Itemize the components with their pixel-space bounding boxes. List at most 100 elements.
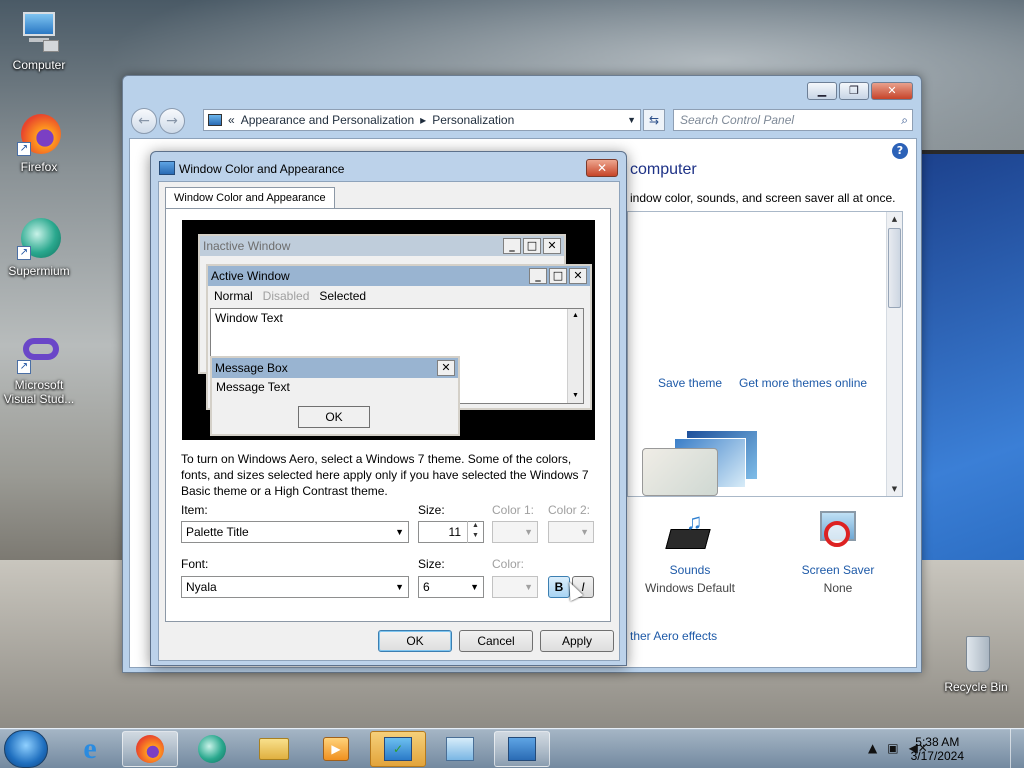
message-box-title: Message Box — [212, 358, 458, 378]
taskbar-firefox[interactable] — [122, 731, 178, 767]
taskbar-media-player[interactable]: ▶ — [308, 731, 364, 767]
theme-thumbnail[interactable] — [642, 430, 762, 496]
recycle-bin-icon — [954, 632, 998, 676]
media-player-icon: ▶ — [323, 737, 349, 761]
breadcrumb-personalization[interactable]: Personalization — [432, 110, 514, 130]
tab-window-color-appearance[interactable]: Window Color and Appearance — [165, 187, 335, 209]
cancel-button[interactable]: Cancel — [459, 630, 533, 652]
visual-studio-icon: ↗ — [17, 330, 61, 374]
aero-effects-link[interactable]: ther Aero effects — [630, 629, 717, 643]
breadcrumb-prefix: « — [228, 113, 235, 127]
screen-saver-icon — [814, 509, 862, 557]
preview-menu-bar: Normal Disabled Selected — [208, 286, 590, 306]
clock-date: 3/17/2024 — [910, 749, 964, 763]
close-icon: ✕ — [569, 268, 587, 284]
get-more-themes-link[interactable]: Get more themes online — [739, 376, 867, 390]
shortcut-arrow-icon: ↗ — [17, 360, 31, 374]
inactive-window-buttons: _ □ ✕ — [503, 238, 561, 254]
preview-scrollbar: ▲ ▼ — [567, 309, 583, 403]
maximize-icon: □ — [549, 268, 567, 284]
sounds-option[interactable]: ♫ Sounds Windows Default — [630, 509, 750, 595]
color1-picker[interactable]: ▼ — [492, 521, 538, 543]
personalization-options: ♫ Sounds Windows Default Screen Saver No… — [630, 509, 910, 619]
desktop-icon-supermium[interactable]: ↗ Supermium — [1, 216, 77, 278]
dialog-icon — [159, 161, 175, 175]
chevron-down-icon: ▼ — [395, 582, 404, 592]
save-theme-link[interactable]: Save theme — [658, 376, 722, 390]
taskbar-explorer[interactable] — [246, 731, 302, 767]
screen-saver-value: None — [823, 581, 853, 595]
font-select[interactable]: Nyala ▼ — [181, 576, 409, 598]
font-color-picker[interactable]: ▼ — [492, 576, 538, 598]
dialog-close-button[interactable]: ✕ — [586, 159, 618, 177]
taskbar-supermium[interactable] — [184, 731, 240, 767]
back-button[interactable]: ← — [131, 108, 157, 134]
search-icon[interactable]: ⌕ — [901, 110, 908, 130]
font-size-select[interactable]: 6 ▼ — [418, 576, 484, 598]
minimize-icon: _ — [503, 238, 521, 254]
screen-saver-label[interactable]: Screen Saver — [778, 563, 898, 577]
font-value: Nyala — [186, 580, 217, 594]
taskbar-internet-explorer[interactable]: e — [62, 731, 118, 767]
item-size-stepper[interactable]: 11 ▲ ▼ — [418, 521, 484, 543]
help-icon[interactable]: ? — [892, 143, 908, 159]
spinner-icon[interactable]: ▲ ▼ — [467, 521, 483, 543]
desktop-icon-recycle-bin[interactable]: Recycle Bin — [938, 632, 1014, 694]
minimize-button[interactable]: ▁ — [807, 82, 837, 100]
search-input[interactable]: Search Control Panel ⌕ — [673, 109, 913, 131]
firefox-icon — [136, 735, 164, 763]
close-button[interactable]: ✕ — [871, 82, 913, 100]
breadcrumb-separator[interactable]: ▸ — [420, 110, 426, 130]
clock-time: 5:38 AM — [915, 735, 960, 749]
desktop-icon-firefox[interactable]: ↗ Firefox — [1, 112, 77, 174]
apply-button[interactable]: Apply — [540, 630, 614, 652]
scrollbar-thumb[interactable] — [888, 228, 901, 308]
preview-message-box: Message Box ✕ Message Text OK — [210, 356, 460, 436]
desktop-icon-label: Recycle Bin — [944, 680, 1008, 694]
message-box-ok: OK — [298, 406, 370, 428]
clock[interactable]: 5:38 AM 3/17/2024 — [911, 735, 964, 763]
window-caption-buttons: ▁ ❐ ✕ — [807, 82, 913, 100]
refresh-button[interactable]: ⇆ — [643, 109, 665, 131]
appearance-preview[interactable]: Inactive Window _ □ ✕ Active Window _ □ … — [182, 220, 595, 440]
sounds-value: Windows Default — [644, 581, 736, 595]
chevron-down-icon: ▼ — [524, 527, 533, 537]
maximize-button[interactable]: ❐ — [839, 82, 869, 100]
network-icon[interactable]: ▣ — [887, 741, 898, 755]
aero-info-text: To turn on Windows Aero, select a Window… — [181, 452, 589, 498]
window-color-icon — [508, 737, 536, 761]
show-desktop-button[interactable] — [1010, 729, 1024, 768]
start-button[interactable] — [4, 730, 48, 768]
taskbar: e ▶ ✓ ▲ ▣ ◀✕ 5:38 AM 3/17/2024 — [0, 728, 1024, 768]
item-select[interactable]: Palette Title ▼ — [181, 521, 409, 543]
taskbar-personalization[interactable]: ✓ — [370, 731, 426, 767]
control-panel-icon — [446, 737, 474, 761]
breadcrumb-appearance[interactable]: Appearance and Personalization — [241, 110, 414, 130]
navigation-bar: ← → « Appearance and Personalization ▸ P… — [131, 108, 915, 134]
desktop-icon-visual-studio[interactable]: ↗ Microsoft Visual Stud... — [1, 330, 77, 406]
desktop-icon-computer[interactable]: Computer — [1, 10, 77, 72]
themes-list[interactable]: Save theme Get more themes online ▲ ▼ — [627, 211, 903, 497]
ok-button[interactable]: OK — [378, 630, 452, 652]
tab-panel: Inactive Window _ □ ✕ Active Window _ □ … — [165, 208, 611, 622]
forward-button[interactable]: → — [159, 108, 185, 134]
address-bar[interactable]: « Appearance and Personalization ▸ Perso… — [203, 109, 641, 131]
show-hidden-icons-icon[interactable]: ▲ — [868, 741, 877, 755]
sounds-icon: ♫ — [665, 509, 714, 557]
color2-picker[interactable]: ▼ — [548, 521, 594, 543]
control-panel-icon — [208, 114, 222, 126]
sounds-label[interactable]: Sounds — [630, 563, 750, 577]
close-icon: ✕ — [543, 238, 561, 254]
chevron-down-icon: ▼ — [524, 582, 533, 592]
themes-scrollbar[interactable]: ▲ ▼ — [886, 212, 902, 496]
dialog-title: Window Color and Appearance — [179, 162, 345, 176]
taskbar-window-color[interactable] — [494, 731, 550, 767]
chevron-down-icon: ▼ — [470, 582, 479, 592]
screen-saver-option[interactable]: Screen Saver None — [778, 509, 898, 595]
message-box-buttons: ✕ — [437, 360, 455, 376]
chevron-down-icon: ▼ — [580, 527, 589, 537]
taskbar-control-panel[interactable] — [432, 731, 488, 767]
computer-icon — [17, 10, 61, 54]
address-dropdown-icon[interactable]: ▼ — [627, 110, 636, 130]
desktop-icon-label: Supermium — [8, 264, 70, 278]
